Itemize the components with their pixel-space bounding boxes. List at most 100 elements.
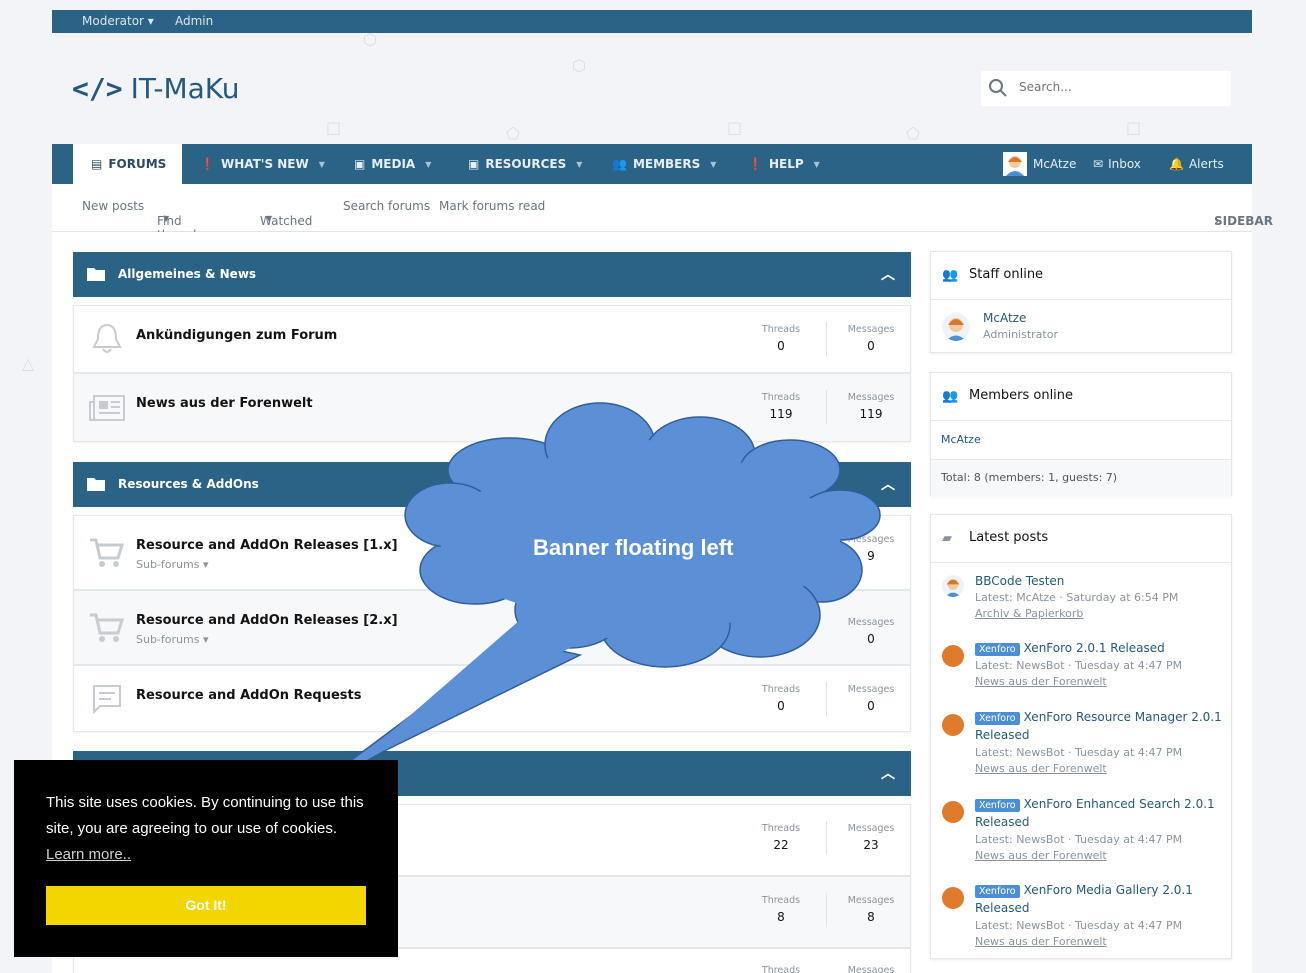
sub-forums-menu[interactable]: Sub-forums ▾ [136,558,208,571]
forum-node[interactable]: Ankündigungen zum Forum Threads 0 Message… [73,305,911,373]
latest-post-title[interactable]: Xenforo XenForo 2.0.1 Released [975,641,1165,656]
tab-whats-new[interactable]: ❗ WHAT'S NEW ▼ [200,144,325,184]
latest-post-meta: Latest: NewsBot · Tuesday at 4:47 PM [975,833,1183,846]
logo-text: IT-MaKu [130,72,240,105]
site-logo[interactable]: </> IT-MaKu [72,72,240,105]
staff-member-role: Administrator [983,328,1058,341]
comment-icon [93,685,121,715]
tab-members[interactable]: 👥 MEMBERS ▼ [612,144,716,184]
search-box[interactable] [981,71,1231,106]
forum-title[interactable]: Ankündigungen zum Forum [136,328,337,343]
chevron-down-icon[interactable]: ▼ [319,160,325,169]
staff-bar: Moderator ▾ Admin [52,10,1252,33]
resources-icon: ▣ [468,157,480,171]
latest-post-title[interactable]: Xenforo XenForo Resource Manager 2.0.1 [975,710,1222,725]
got-it-button[interactable]: Got It! [46,886,366,925]
newspaper-icon [89,395,125,421]
users-icon: 👥 [942,268,959,283]
latest-post-forum-link[interactable]: News aus der Forenwelt [975,675,1107,688]
prefix-badge: Xenforo [975,799,1020,812]
block-title[interactable]: Latest posts [969,530,1048,545]
learn-more-link[interactable]: Learn more.. [46,846,131,863]
staff-member-name[interactable]: McAtze [983,311,1026,325]
avatar[interactable] [942,313,970,341]
folder-icon [87,268,105,281]
tab-help[interactable]: ❗ HELP ▼ [748,144,820,184]
comment-icon: ▰ [942,531,952,546]
cart-icon [90,538,125,567]
whats-new-icon: ❗ [200,157,215,171]
prefix-badge: Xenforo [975,712,1020,725]
threads-stat: Threads 22 [761,823,801,852]
cart-icon [90,613,125,642]
online-member-link[interactable]: McAtze [941,433,981,446]
category-title[interactable]: Allgemeines & News [118,267,256,281]
latest-post-meta: Latest: McAtze · Saturday at 6:54 PM [975,591,1179,604]
rss-icon[interactable] [942,801,964,823]
members-total: Total: 8 (members: 1, guests: 7) [941,471,1118,484]
messages-stat: Messages 0 [847,324,895,353]
chevron-down-icon[interactable]: ▼ [163,214,169,223]
latest-post-title-continued[interactable]: Released [975,728,1030,742]
chevron-right-icon: › [1214,214,1219,228]
sub-navigation: New posts Find threads ▼ Watched ▼ Searc… [52,184,1273,242]
folder-icon [87,478,105,491]
members-icon: 👥 [612,157,627,171]
staff-online-block: 👥 Staff online McAtze Administrator [930,251,1232,353]
tab-forums[interactable]: ▤ FORUMS [73,144,182,184]
avatar[interactable] [942,575,964,597]
chevron-down-icon[interactable]: ▼ [425,160,431,169]
search-icon[interactable] [987,77,1009,99]
account-link[interactable]: McAtze [1003,144,1076,184]
collapse-icon[interactable]: ︿ [881,264,895,284]
search-input[interactable] [1019,80,1219,94]
rss-icon[interactable] [942,714,964,736]
rss-icon[interactable] [942,887,964,909]
rss-icon[interactable] [942,645,964,667]
messages-stat: Messages 8 [847,895,895,924]
mark-forums-read-link[interactable]: Mark forums read [439,199,545,213]
inbox-link[interactable]: ✉ Inbox [1093,144,1141,184]
chevron-down-icon[interactable]: ▼ [266,214,272,223]
envelope-icon: ✉ [1093,157,1104,171]
search-forums-link[interactable]: Search forums [343,199,430,213]
latest-post-forum-link[interactable]: News aus der Forenwelt [975,935,1107,948]
category-title[interactable]: Resources & AddOns [118,477,259,491]
block-title[interactable]: Members online [969,388,1073,403]
latest-post-title-continued[interactable]: Released [975,901,1030,915]
tab-resources[interactable]: ▣ RESOURCES ▼ [468,144,582,184]
chevron-down-icon[interactable]: ▼ [710,160,716,169]
latest-post-title-continued[interactable]: Released [975,815,1030,829]
moderator-menu[interactable]: Moderator ▾ [82,14,154,28]
messages-stat: Messages 23 [847,823,895,852]
chevron-down-icon[interactable]: ▼ [814,160,820,169]
user-avatar [1003,152,1027,176]
latest-post-meta: Latest: NewsBot · Tuesday at 4:47 PM [975,919,1183,932]
tab-media[interactable]: ▣ MEDIA ▼ [354,144,431,184]
background-hexagon-icon: ⬠ [506,124,520,143]
chevron-down-icon[interactable]: ▼ [576,160,582,169]
latest-post-title[interactable]: Xenforo XenForo Media Gallery 2.0.1 [975,883,1193,898]
sub-forums-menu[interactable]: Sub-forums ▾ [136,633,208,646]
background-hexagon-icon: ⬡ [572,56,586,75]
admin-link[interactable]: Admin [175,14,213,28]
latest-post-title[interactable]: BBCode Testen [975,574,1064,588]
latest-post-meta: Latest: NewsBot · Tuesday at 4:47 PM [975,659,1183,672]
bell-icon [92,323,122,353]
latest-post-title[interactable]: Xenforo XenForo Enhanced Search 2.0.1 [975,797,1215,812]
members-online-block: 👥 Members online McAtze Total: 8 (members… [930,372,1232,497]
background-square-icon: □ [1126,118,1142,137]
new-posts-link[interactable]: New posts [82,199,144,213]
latest-post-forum-link[interactable]: Archiv & Papierkorb [975,607,1083,620]
logo-code-icon: </> [72,72,123,105]
latest-post-forum-link[interactable]: News aus der Forenwelt [975,849,1107,862]
forum-title[interactable]: News aus der Forenwelt [136,396,313,411]
background-square-icon: □ [727,118,743,137]
latest-post-forum-link[interactable]: News aus der Forenwelt [975,762,1107,775]
background-triangle-icon: △ [22,354,35,373]
divider [826,821,827,855]
floating-banner[interactable] [300,400,900,800]
latest-posts-block: ▰ Latest posts BBCode Testen Latest: McAt… [930,514,1232,959]
alerts-link[interactable]: 🔔 Alerts [1169,144,1224,184]
block-title[interactable]: Staff online [969,267,1043,282]
